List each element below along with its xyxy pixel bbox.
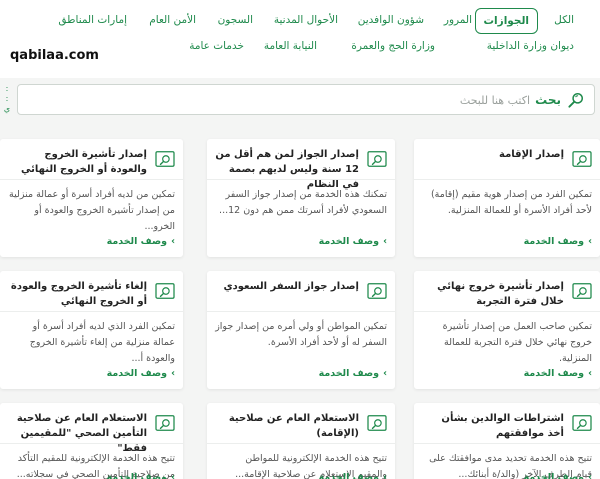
category-filter-bar: الكل الجوازات المرور شؤون الوافدين الأحو… <box>0 0 600 78</box>
card-header: إصدار الإقامة <box>422 147 592 168</box>
service-card[interactable]: إصدار الإقامة تمكين الفرد من إصدار هوية … <box>414 139 600 257</box>
chevron-left-icon: › <box>383 236 387 247</box>
filter-civil-affairs[interactable]: الأحوال المدنية <box>274 14 338 26</box>
service-details-link[interactable]: › وصف الخدمة <box>319 368 387 379</box>
card-header: إلغاء تأشيرة الخروج والعودة أو الخروج ال… <box>8 279 175 309</box>
filter-passports[interactable]: الجوازات <box>474 8 538 34</box>
service-details-label: وصف الخدمة <box>106 368 168 379</box>
service-description: تمكين صاحب العمل من إصدار تأشيرة خروج نه… <box>442 321 592 364</box>
card-divider <box>0 311 183 312</box>
service-details-label: وصف الخدمة <box>106 472 168 479</box>
service-details-link[interactable]: › وصف الخدمة <box>319 472 387 479</box>
service-details-link[interactable]: › وصف الخدمة <box>107 472 175 479</box>
service-description: تمكين من لديه أفراد أسرة أو عمالة منزلية… <box>9 189 175 232</box>
service-details-label: وصف الخدمة <box>523 368 585 379</box>
service-title[interactable]: إلغاء تأشيرة الخروج والعودة أو الخروج ال… <box>8 279 147 309</box>
card-header: إصدار تأشيرة الخروج والعودة أو الخروج ال… <box>8 147 175 177</box>
service-details-link[interactable]: › وصف الخدمة <box>107 368 175 379</box>
search-button[interactable]: بحث <box>535 89 586 111</box>
card-header: إصدار الجواز لمن هم أقل من 12 سنة وليس ل… <box>215 147 387 192</box>
card-divider <box>207 179 395 180</box>
filter-general-services[interactable]: خدمات عامة <box>189 40 244 52</box>
chevron-left-icon: › <box>588 472 592 479</box>
service-icon <box>572 283 592 299</box>
card-divider <box>414 311 600 312</box>
chevron-left-icon: › <box>171 236 175 247</box>
service-title[interactable]: الاستعلام العام عن صلاحية التأمين الصحي … <box>8 411 147 456</box>
service-icon <box>367 415 387 431</box>
search-button-label: بحث <box>535 93 561 107</box>
card-header: إصدار جواز السفر السعودي <box>215 279 387 300</box>
service-details-label: وصف الخدمة <box>106 236 168 247</box>
filter-expat-affairs[interactable]: شؤون الوافدين <box>358 14 424 26</box>
site-watermark: qabilaa.com <box>10 48 99 63</box>
card-header: إصدار تأشيرة خروج نهائي خلال فترة التجرب… <box>422 279 592 309</box>
card-divider <box>0 179 183 180</box>
service-card[interactable]: الاستعلام العام عن صلاحية التأمين الصحي … <box>0 403 183 479</box>
service-details-label: وصف الخدمة <box>523 236 585 247</box>
card-divider <box>207 443 395 444</box>
chevron-left-icon: › <box>383 368 387 379</box>
side-nav-dots[interactable]: ::ي <box>2 84 12 114</box>
card-header: الاستعلام العام عن صلاحية التأمين الصحي … <box>8 411 175 456</box>
card-divider <box>207 311 395 312</box>
card-divider <box>0 443 183 444</box>
card-divider <box>414 443 600 444</box>
chevron-left-icon: › <box>588 368 592 379</box>
service-description: تمكين الفرد من إصدار هوية مقيم (إقامة) ل… <box>430 189 592 216</box>
service-icon <box>572 415 592 431</box>
service-icon <box>155 415 175 431</box>
service-details-label: وصف الخدمة <box>318 368 380 379</box>
chevron-left-icon: › <box>171 368 175 379</box>
card-header: الاستعلام العام عن صلاحية (الإقامة) <box>215 411 387 441</box>
service-description: تمكنك هذه الخدمة من إصدار جواز السفر الس… <box>219 189 387 216</box>
service-card[interactable]: إصدار جواز السفر السعودي تمكين المواطن أ… <box>207 271 395 389</box>
service-card[interactable]: إصدار تأشيرة خروج نهائي خلال فترة التجرب… <box>414 271 600 389</box>
service-details-link[interactable]: › وصف الخدمة <box>107 236 175 247</box>
service-card[interactable]: الاستعلام العام عن صلاحية (الإقامة) تتيح… <box>207 403 395 479</box>
service-details-link[interactable]: › وصف الخدمة <box>524 236 592 247</box>
service-title[interactable]: إصدار تأشيرة خروج نهائي خلال فترة التجرب… <box>422 279 564 309</box>
card-header: اشتراطات الوالدين بشأن أخذ موافقتهم <box>422 411 592 441</box>
filter-traffic[interactable]: المرور <box>444 14 472 26</box>
service-details-link[interactable]: › وصف الخدمة <box>524 368 592 379</box>
card-divider <box>414 179 600 180</box>
service-title[interactable]: إصدار تأشيرة الخروج والعودة أو الخروج ال… <box>8 147 147 177</box>
service-icon <box>155 283 175 299</box>
service-details-link[interactable]: › وصف الخدمة <box>319 236 387 247</box>
service-title[interactable]: اشتراطات الوالدين بشأن أخذ موافقتهم <box>422 411 564 441</box>
chevron-left-icon: › <box>171 472 175 479</box>
chevron-left-icon: › <box>588 236 592 247</box>
service-description: تمكين المواطن أو ولي أمره من إصدار جواز … <box>215 321 387 348</box>
service-title[interactable]: إصدار جواز السفر السعودي <box>223 279 359 294</box>
service-icon <box>572 151 592 167</box>
service-icon <box>155 151 175 167</box>
service-details-label: وصف الخدمة <box>318 472 380 479</box>
service-title[interactable]: إصدار الجواز لمن هم أقل من 12 سنة وليس ل… <box>215 147 359 192</box>
search-icon <box>568 93 583 108</box>
filter-public-security[interactable]: الأمن العام <box>149 14 196 26</box>
service-card[interactable]: اشتراطات الوالدين بشأن أخذ موافقتهم تتيح… <box>414 403 600 479</box>
services-page: الكل الجوازات المرور شؤون الوافدين الأحو… <box>0 0 600 479</box>
service-icon <box>367 283 387 299</box>
service-details-link[interactable]: › وصف الخدمة <box>524 472 592 479</box>
filter-all[interactable]: الكل <box>554 14 574 26</box>
service-icon <box>367 151 387 167</box>
filter-regions-emirates[interactable]: إمارات المناطق <box>58 14 127 26</box>
search-bar: بحث <box>17 84 595 115</box>
service-card[interactable]: إصدار تأشيرة الخروج والعودة أو الخروج ال… <box>0 139 183 257</box>
service-details-label: وصف الخدمة <box>318 236 380 247</box>
service-description: تمكين الفرد الذي لديه أفراد أسرة أو عمال… <box>29 321 175 364</box>
service-card[interactable]: إلغاء تأشيرة الخروج والعودة أو الخروج ال… <box>0 271 183 389</box>
filter-moi-diwan[interactable]: ديوان وزارة الداخلية <box>487 40 574 52</box>
filter-public-prosecution[interactable]: النيابة العامة <box>264 40 317 52</box>
filter-prisons[interactable]: السجون <box>218 14 253 26</box>
service-details-label: وصف الخدمة <box>523 472 585 479</box>
chevron-left-icon: › <box>383 472 387 479</box>
service-card[interactable]: إصدار الجواز لمن هم أقل من 12 سنة وليس ل… <box>207 139 395 257</box>
search-input[interactable] <box>90 90 530 110</box>
service-title[interactable]: إصدار الإقامة <box>499 147 564 162</box>
service-title[interactable]: الاستعلام العام عن صلاحية (الإقامة) <box>215 411 359 441</box>
filter-hajj-umrah[interactable]: وزارة الحج والعمرة <box>351 40 435 52</box>
